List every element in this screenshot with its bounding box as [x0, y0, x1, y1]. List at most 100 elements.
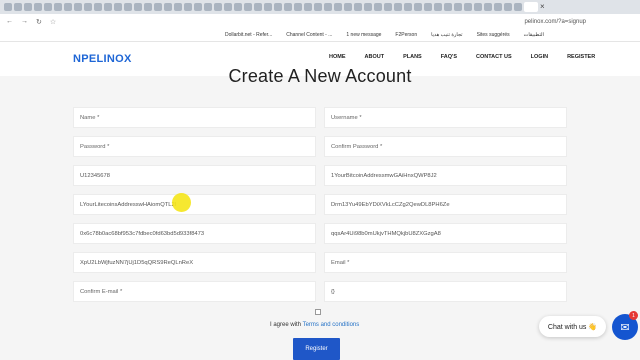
tab[interactable] — [454, 3, 462, 11]
tab[interactable] — [84, 3, 92, 11]
tab[interactable] — [344, 3, 352, 11]
dogecoin-address-field[interactable]: Drm13Yu49EbYDiXVkLcCZg2QewDL8PH6Ze — [324, 194, 567, 215]
tab[interactable] — [294, 3, 302, 11]
tab[interactable] — [504, 3, 512, 11]
bookmark-item[interactable]: تجارة تنيب هديا — [431, 32, 462, 38]
email-field[interactable]: Email * — [324, 252, 567, 273]
bookmark-item[interactable]: التطبيقات — [524, 32, 544, 38]
tab[interactable] — [134, 3, 142, 11]
name-field[interactable]: Name * — [73, 107, 316, 128]
url-field[interactable]: pelinox.com/?a=signup — [524, 19, 586, 25]
tab[interactable] — [224, 3, 232, 11]
tab[interactable] — [44, 3, 52, 11]
menu-item-about[interactable]: ABOUT — [365, 54, 385, 60]
terms-label: I agree with Terms and conditions — [270, 322, 360, 328]
bookmark-item[interactable]: Dollarbit.net - Refer... — [225, 32, 272, 38]
menu-item-contact[interactable]: CONTACT US — [476, 54, 512, 60]
forward-icon[interactable]: → — [21, 18, 28, 26]
tab[interactable] — [154, 3, 162, 11]
notification-badge: 1 — [629, 311, 638, 320]
tab[interactable] — [94, 3, 102, 11]
logo-icon: N — [73, 53, 82, 65]
confirm-email-field[interactable]: Confirm E-mail * — [73, 281, 316, 302]
bookmark-item[interactable]: Channel Content - ... — [286, 32, 332, 38]
tab[interactable] — [414, 3, 422, 11]
menu-item-plans[interactable]: PLANS — [403, 54, 422, 60]
tab[interactable] — [394, 3, 402, 11]
bitcoincash-address-field[interactable]: qqsAr4Ui98b0mUkjvTHMQkjbU8ZXGzgA8 — [324, 223, 567, 244]
tab[interactable] — [104, 3, 112, 11]
tab[interactable] — [494, 3, 502, 11]
tab[interactable] — [384, 3, 392, 11]
close-icon[interactable]: × — [540, 3, 545, 11]
tab[interactable] — [424, 3, 432, 11]
tab[interactable] — [164, 3, 172, 11]
logo[interactable]: NPELINOX — [73, 53, 132, 65]
page-title: Create A New Account — [228, 66, 412, 86]
tab[interactable] — [184, 3, 192, 11]
litecoin-address-field[interactable]: LYourLitecoinsAddresswHAiomQTL2I — [73, 194, 316, 215]
dash-address-field[interactable]: XpU2LbWjfuzNN7jUj1D5qQRS9ReQLnReX — [73, 252, 316, 273]
tab[interactable] — [444, 3, 452, 11]
terms-checkbox[interactable] — [315, 309, 321, 315]
chat-button[interactable]: Chat with us 👋 — [539, 316, 606, 337]
tab[interactable] — [514, 3, 522, 11]
menu-item-faqs[interactable]: FAQ'S — [441, 54, 457, 60]
tab[interactable] — [474, 3, 482, 11]
ethereum-address-field[interactable]: 0x6c78b0ac68bf953c7fdbec0fd63bd5d933f847… — [73, 223, 316, 244]
tab-active[interactable] — [524, 2, 538, 12]
cursor-highlight — [172, 193, 191, 212]
address-bar: ← → ↻ ☆ pelinox.com/?a=signup — [0, 14, 640, 29]
bookmark-item[interactable]: F2Person — [395, 32, 417, 38]
tab[interactable] — [464, 3, 472, 11]
password-field[interactable]: Password * — [73, 136, 316, 157]
username-field[interactable]: Username * — [324, 107, 567, 128]
tab[interactable] — [24, 3, 32, 11]
tab[interactable] — [324, 3, 332, 11]
tab[interactable] — [484, 3, 492, 11]
bookmarks-bar: Dollarbit.net - Refer... Channel Content… — [0, 29, 640, 42]
tab[interactable] — [314, 3, 322, 11]
reload-icon[interactable]: ↻ — [36, 18, 42, 26]
tab[interactable] — [74, 3, 82, 11]
tab[interactable] — [194, 3, 202, 11]
bitcoin-address-field[interactable]: 1YourBitcoinAddressmwGAiHnxQWP8J2 — [324, 165, 567, 186]
tab[interactable] — [254, 3, 262, 11]
tab[interactable] — [354, 3, 362, 11]
terms-link[interactable]: Terms and conditions — [303, 322, 360, 328]
tab[interactable] — [114, 3, 122, 11]
bookmark-item[interactable]: 1 new message — [346, 32, 381, 38]
tab[interactable] — [64, 3, 72, 11]
tab[interactable] — [434, 3, 442, 11]
tab[interactable] — [284, 3, 292, 11]
tab[interactable] — [174, 3, 182, 11]
tab[interactable] — [4, 3, 12, 11]
extra-field[interactable]: {} — [324, 281, 567, 302]
bookmark-item[interactable]: Sites suggérés — [477, 32, 510, 38]
main-menu: HOME ABOUT PLANS FAQ'S CONTACT US LOGIN … — [329, 54, 614, 60]
tab[interactable] — [34, 3, 42, 11]
register-button[interactable]: Register — [293, 338, 340, 360]
tab[interactable] — [274, 3, 282, 11]
tab[interactable] — [214, 3, 222, 11]
back-icon[interactable]: ← — [6, 18, 13, 26]
menu-item-register[interactable]: REGISTER — [567, 54, 595, 60]
tab[interactable] — [124, 3, 132, 11]
menu-item-home[interactable]: HOME — [329, 54, 346, 60]
tab[interactable] — [14, 3, 22, 11]
menu-item-login[interactable]: LOGIN — [531, 54, 548, 60]
tab[interactable] — [244, 3, 252, 11]
tab[interactable] — [334, 3, 342, 11]
tab[interactable] — [54, 3, 62, 11]
tab[interactable] — [264, 3, 272, 11]
tab[interactable] — [204, 3, 212, 11]
tab[interactable] — [364, 3, 372, 11]
tab[interactable] — [144, 3, 152, 11]
confirm-password-field[interactable]: Confirm Password * — [324, 136, 567, 157]
tab[interactable] — [374, 3, 382, 11]
tab[interactable] — [234, 3, 242, 11]
bookmark-star-icon[interactable]: ☆ — [50, 18, 56, 26]
account-id-field[interactable]: U12345678 — [73, 165, 316, 186]
tab[interactable] — [404, 3, 412, 11]
tab[interactable] — [304, 3, 312, 11]
